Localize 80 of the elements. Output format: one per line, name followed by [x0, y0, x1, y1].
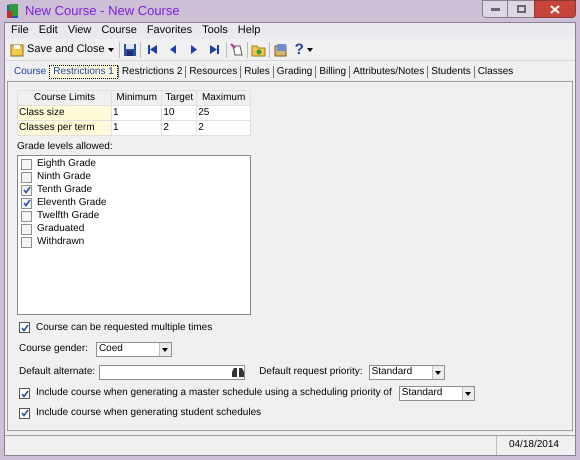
dropdown[interactable]: Standard	[398, 386, 475, 401]
checkbox[interactable]	[19, 388, 30, 399]
folder-icon[interactable]	[250, 42, 266, 56]
checkbox[interactable]	[21, 198, 32, 208]
tab[interactable]: Course	[11, 66, 50, 78]
field-label: Course gender:	[19, 343, 88, 356]
table-cell: 1	[112, 106, 162, 120]
checkbox-label: Include course when generating student schedules	[36, 407, 262, 420]
column-header: Target	[162, 90, 197, 106]
table-cell: 2	[196, 120, 250, 136]
close-button[interactable]	[534, 0, 576, 18]
dropdown[interactable]: Coed	[96, 342, 172, 357]
checkbox-label: Eighth Grade	[37, 158, 96, 170]
field-label: Default alternate:	[19, 366, 96, 379]
menu-item[interactable]: Favorites	[142, 24, 196, 38]
menu-item[interactable]: File	[7, 24, 33, 38]
tab[interactable]: Grading	[272, 66, 316, 78]
last-record-icon[interactable]	[210, 45, 219, 54]
checkbox[interactable]	[21, 184, 32, 196]
menu-item[interactable]: Edit	[34, 24, 62, 38]
first-record-icon[interactable]	[148, 45, 157, 54]
checkbox-label: Eleventh Grade	[37, 196, 106, 210]
previous-icon[interactable]	[170, 45, 176, 54]
column-header: Course Limits	[18, 90, 112, 106]
caret-icon[interactable]	[465, 392, 472, 396]
save-icon[interactable]	[122, 42, 137, 56]
checkbox-label: Withdrawn	[37, 236, 84, 248]
checkbox[interactable]	[19, 322, 30, 334]
tab[interactable]: Restrictions 1	[49, 64, 118, 80]
grade-levels-label: Grade levels allowed:	[17, 141, 114, 154]
field-label: Default request priority:	[259, 366, 363, 379]
clipboard-icon[interactable]	[272, 42, 288, 56]
tab[interactable]: Attributes/Notes	[349, 66, 428, 78]
tab[interactable]: Billing	[315, 66, 350, 78]
menu-item[interactable]: Help	[234, 24, 264, 38]
checkbox-label: Twelfth Grade	[37, 210, 100, 222]
menu-item[interactable]: View	[64, 24, 96, 38]
book-icon	[6, 3, 20, 19]
checkbox[interactable]	[21, 236, 32, 248]
window-title: New Course - New Course	[25, 2, 180, 20]
table-cell: Classes per term	[18, 120, 112, 136]
tab[interactable]: Classes	[474, 66, 516, 78]
tab[interactable]: Resources	[185, 66, 240, 78]
table-cell: 25	[196, 106, 250, 120]
column-header: Minimum	[112, 90, 162, 106]
dropdown[interactable]: Standard	[368, 365, 445, 380]
menu-item[interactable]: Course	[97, 24, 141, 38]
table-cell: 10	[162, 106, 197, 120]
checkbox-label: Include course when generating a master schedule using a scheduling priority of	[36, 387, 392, 400]
table-cell: Class size	[18, 106, 112, 120]
checkbox-label: Course can be requested multiple times	[36, 322, 212, 334]
close-icon[interactable]	[550, 4, 560, 14]
checkbox[interactable]	[21, 158, 32, 170]
status-date: 04/18/2014	[496, 436, 575, 455]
checkbox[interactable]	[21, 224, 32, 234]
checkbox-label: Graduated	[37, 222, 84, 236]
input-field[interactable]	[99, 365, 246, 380]
menu-item[interactable]: Tools	[198, 24, 232, 38]
maximize-button[interactable]	[508, 0, 534, 18]
tab[interactable]: Restrictions 2	[118, 66, 186, 78]
next-icon[interactable]	[190, 45, 197, 54]
tab[interactable]: Rules	[240, 66, 273, 78]
caret-icon[interactable]	[162, 348, 168, 352]
table-cell: 1	[112, 120, 162, 136]
column-header: Maximum	[196, 90, 250, 106]
help-button[interactable]: ?	[294, 42, 304, 57]
checkbox[interactable]	[19, 408, 30, 419]
caret-icon[interactable]	[306, 48, 313, 52]
checkbox-label: Tenth Grade	[37, 184, 92, 196]
note-icon[interactable]	[230, 42, 244, 56]
checkbox[interactable]	[21, 172, 32, 182]
checkbox[interactable]	[21, 210, 32, 222]
caret-icon[interactable]	[108, 48, 114, 52]
caret-icon[interactable]	[435, 370, 442, 374]
binoculars-icon[interactable]	[232, 367, 244, 378]
tab[interactable]: Students	[427, 66, 474, 78]
checkbox-label: Ninth Grade	[37, 170, 91, 184]
save-and-close-button[interactable]: Save and Close	[8, 40, 116, 59]
table-cell: 2	[162, 120, 197, 136]
minimize-button[interactable]	[482, 0, 508, 18]
